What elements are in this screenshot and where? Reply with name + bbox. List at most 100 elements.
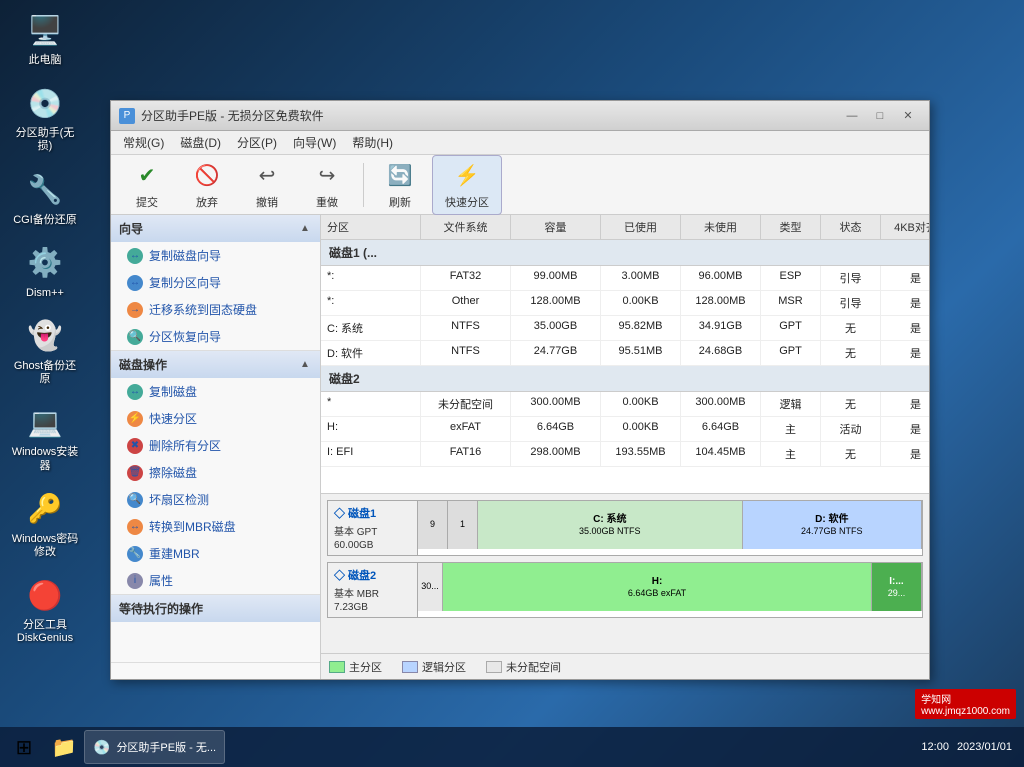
- bad-sector-label: 坏扇区检测: [149, 491, 209, 508]
- taskbar-app-item[interactable]: 💿 分区助手PE版 - 无...: [84, 730, 225, 764]
- properties-label: 属性: [149, 572, 173, 589]
- disk1-part-msr[interactable]: 1: [448, 501, 478, 549]
- copy-partition-item[interactable]: ↔ 复制分区向导: [111, 269, 320, 296]
- ghost-icon: 👻: [25, 316, 65, 356]
- discard-button[interactable]: 🚫 放弃: [179, 156, 235, 214]
- delete-all-item[interactable]: ✖ 删除所有分区: [111, 432, 320, 459]
- disk1-part-esp[interactable]: 9: [418, 501, 448, 549]
- table-row[interactable]: *: FAT32 99.00MB 3.00MB 96.00MB ESP 引导 是: [321, 266, 929, 291]
- copy-disk2-icon: ↔: [127, 384, 143, 400]
- bad-sector-item[interactable]: 🔍 坏扇区检测: [111, 486, 320, 513]
- disk2-part-unalloc[interactable]: 30...: [418, 563, 443, 611]
- refresh-button[interactable]: 🔄 刷新: [372, 156, 428, 214]
- pending-section-header[interactable]: 等待执行的操作: [111, 595, 320, 622]
- rebuild-mbr-item[interactable]: 🔧 重建MBR: [111, 540, 320, 567]
- submit-label: 提交: [136, 194, 158, 210]
- disk2-visualization: ◇ 磁盘2 基本 MBR 7.23GB 30... H:6.64GB exFAT…: [327, 562, 923, 618]
- table-row[interactable]: D: 软件 NTFS 24.77GB 95.51MB 24.68GB GPT 无…: [321, 341, 929, 366]
- table-row[interactable]: C: 系统 NTFS 35.00GB 95.82MB 34.91GB GPT 无…: [321, 316, 929, 341]
- wizard-title: 向导: [119, 220, 143, 237]
- menu-partition[interactable]: 分区(P): [229, 132, 285, 153]
- table-row[interactable]: * 未分配空间 300.00MB 0.00KB 300.00MB 逻辑 无 是: [321, 392, 929, 417]
- wizard-section-header[interactable]: 向导 ▲: [111, 215, 320, 242]
- disk2-vis-type: 基本 MBR: [334, 585, 411, 600]
- window-controls: — □ ✕: [839, 106, 921, 126]
- taskbar-file-explorer[interactable]: 📁: [46, 729, 82, 765]
- migrate-ssd-label: 迁移系统到固态硬盘: [149, 301, 257, 318]
- start-button[interactable]: ⊞: [4, 729, 44, 765]
- to-mbr-icon: ↔: [127, 519, 143, 535]
- to-mbr-item[interactable]: ↔ 转换到MBR磁盘: [111, 513, 320, 540]
- quick-partition2-item[interactable]: ⚡ 快速分区: [111, 405, 320, 432]
- disk2-vis-row: ◇ 磁盘2 基本 MBR 7.23GB 30... H:6.64GB exFAT…: [328, 563, 922, 617]
- partition-table: 分区 文件系统 容量 已使用 未使用 类型 状态 4KB对齐 磁盘1 (... …: [321, 215, 929, 493]
- windows-install-icon: 💻: [25, 402, 65, 442]
- disk1-parts: 9 1 C: 系统35.00GB NTFS D: 软件24.77GB NTFS: [418, 501, 922, 549]
- copy-disk-item[interactable]: ↔ 复制磁盘向导: [111, 242, 320, 269]
- menu-disk[interactable]: 磁盘(D): [172, 132, 229, 153]
- desktop-icon-dism[interactable]: ⚙️ Dism++: [10, 243, 80, 300]
- desktop-icon-partition-assistant[interactable]: 💿 分区助手(无损): [10, 83, 80, 153]
- desktop-icon-windows-pwd[interactable]: 🔑 Windows密码修改: [10, 489, 80, 559]
- partition-capacity: 298.00MB: [511, 442, 601, 466]
- submit-icon: ✔: [131, 160, 163, 192]
- disk2-vis-size: 7.23GB: [334, 602, 411, 613]
- copy-disk2-item[interactable]: ↔ 复制磁盘: [111, 378, 320, 405]
- quick-partition-button[interactable]: ⚡ 快速分区: [432, 155, 502, 215]
- disk1-part-c[interactable]: C: 系统35.00GB NTFS: [478, 501, 743, 549]
- ghost-label: Ghost备份还原: [10, 360, 80, 386]
- legend-unallocated-box: [486, 661, 502, 673]
- table-row[interactable]: *: Other 128.00MB 0.00KB 128.00MB MSR 引导…: [321, 291, 929, 316]
- partition-capacity: 24.77GB: [511, 341, 601, 365]
- quick-partition2-icon: ⚡: [127, 411, 143, 427]
- menu-normal[interactable]: 常规(G): [115, 132, 172, 153]
- legend-logical: 逻辑分区: [402, 659, 466, 675]
- partition-capacity: 35.00GB: [511, 316, 601, 340]
- partition-free: 300.00MB: [681, 392, 761, 416]
- disk2-parts: 30... H:6.64GB exFAT I:...29...: [418, 563, 922, 611]
- this-pc-label: 此电脑: [29, 54, 62, 67]
- partition-type: 主: [761, 442, 821, 466]
- pending-title: 等待执行的操作: [119, 600, 203, 617]
- partition-capacity: 300.00MB: [511, 392, 601, 416]
- taskbar-app-label: 分区助手PE版 - 无...: [116, 739, 216, 755]
- redo-label: 重做: [316, 194, 338, 210]
- partition-fs: FAT32: [421, 266, 511, 290]
- migrate-ssd-item[interactable]: → 迁移系统到固态硬盘: [111, 296, 320, 323]
- table-row[interactable]: I: EFI FAT16 298.00MB 193.55MB 104.45MB …: [321, 442, 929, 467]
- redo-button[interactable]: ↪ 重做: [299, 156, 355, 214]
- disk-visualization-area: ◇ 磁盘1 基本 GPT 60.00GB 9 1 C: 系统35.00GB NT…: [321, 493, 929, 653]
- undo-button[interactable]: ↩ 撤销: [239, 156, 295, 214]
- submit-button[interactable]: ✔ 提交: [119, 156, 175, 214]
- legend-primary-label: 主分区: [349, 659, 382, 675]
- disk2-part-h[interactable]: H:6.64GB exFAT: [443, 563, 872, 611]
- menu-help[interactable]: 帮助(H): [344, 132, 401, 153]
- partition-align: 是: [881, 316, 929, 340]
- bad-sector-icon: 🔍: [127, 492, 143, 508]
- maximize-button[interactable]: □: [867, 106, 893, 126]
- disk2-vis-name: ◇ 磁盘2: [334, 567, 411, 583]
- table-row[interactable]: H: exFAT 6.64GB 0.00KB 6.64GB 主 活动 是: [321, 417, 929, 442]
- desktop-icon-cgi[interactable]: 🔧 CGI备份还原: [10, 170, 80, 227]
- disk2-part-i[interactable]: I:...29...: [872, 563, 922, 611]
- diskgenius-icon: 🔴: [25, 575, 65, 615]
- desktop-icon-this-pc[interactable]: 🖥️ 此电脑: [10, 10, 80, 67]
- minimize-button[interactable]: —: [839, 106, 865, 126]
- desktop-icon-windows-install[interactable]: 💻 Windows安装器: [10, 402, 80, 472]
- desktop-icon-ghost[interactable]: 👻 Ghost备份还原: [10, 316, 80, 386]
- main-window: P 分区助手PE版 - 无损分区免费软件 — □ ✕ 常规(G) 磁盘(D) 分…: [110, 100, 930, 680]
- wipe-disk-item[interactable]: 🗑 擦除磁盘: [111, 459, 320, 486]
- copy-disk-icon: ↔: [127, 248, 143, 264]
- disk-ops-section-header[interactable]: 磁盘操作 ▲: [111, 351, 320, 378]
- partition-recover-item[interactable]: 🔍 分区恢复向导: [111, 323, 320, 350]
- disk1-part-d[interactable]: D: 软件24.77GB NTFS: [743, 501, 922, 549]
- desktop-icon-diskgenius[interactable]: 🔴 分区工具DiskGenius: [10, 575, 80, 645]
- undo-icon: ↩: [251, 160, 283, 192]
- menu-wizard[interactable]: 向导(W): [285, 132, 344, 153]
- close-button[interactable]: ✕: [895, 106, 921, 126]
- wizard-collapse-icon: ▲: [298, 222, 312, 236]
- properties-item[interactable]: i 属性: [111, 567, 320, 594]
- partition-status: 无: [821, 442, 881, 466]
- partition-status: 活动: [821, 417, 881, 441]
- dism-icon: ⚙️: [25, 243, 65, 283]
